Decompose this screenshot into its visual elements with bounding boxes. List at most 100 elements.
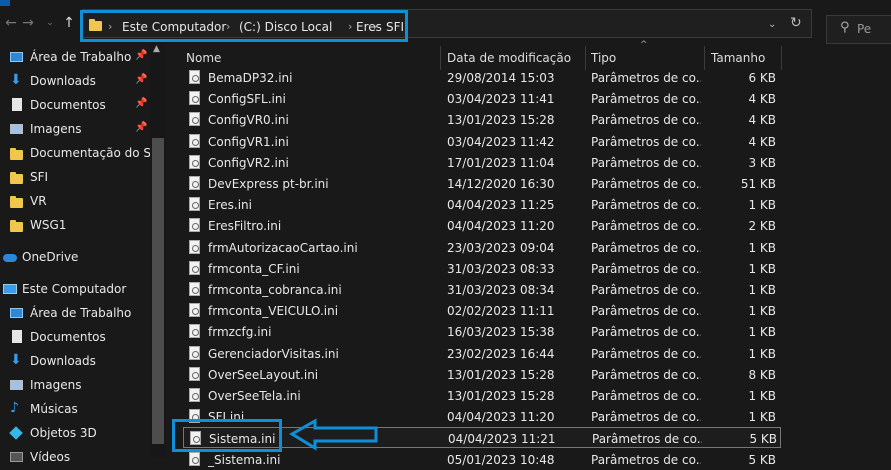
file-type: Parâmetros de co... (591, 177, 701, 191)
table-row[interactable]: ConfigVR0.ini 13/01/2023 15:28 Parâmetros … (183, 109, 781, 130)
file-type: Parâmetros de co... (591, 410, 701, 425)
recent-locations-chevron-icon[interactable]: ⌄ (42, 15, 58, 31)
sidebar-item-documentacao[interactable]: Documentação do Sist (0, 142, 150, 166)
table-row[interactable]: frmconta_cobranca.ini 31/03/2023 08:34 Par… (183, 279, 781, 300)
sidebar-item-downloads-pc[interactable]: ⬇ Downloads (0, 350, 150, 374)
file-date: 17/01/2023 11:04 (447, 155, 555, 170)
sidebar-item-onedrive[interactable]: OneDrive (0, 246, 150, 270)
sidebar-item-este-computador[interactable]: Este Computador (0, 278, 150, 302)
pictures-icon (10, 124, 23, 134)
table-row[interactable]: Eres.ini 04/04/2023 11:25 Parâmetros de co… (183, 194, 781, 215)
table-row[interactable]: EresFiltro.ini 04/04/2023 11:20 Parâmetros… (183, 215, 781, 236)
file-date: 13/01/2023 15:28 (447, 389, 555, 403)
file-type: Parâmetros de co... (591, 113, 701, 128)
file-date: 23/03/2023 09:04 (447, 240, 555, 255)
file-name: ConfigSFL.ini (208, 92, 286, 107)
sidebar-item-vr[interactable]: VR (0, 190, 150, 214)
search-placeholder: Pe (857, 22, 872, 36)
file-name: ConfigVR0.ini (208, 113, 289, 128)
navigation-toolbar: ← → ⌄ ↑ › Este Computador › (C:) Disco L… (0, 6, 891, 44)
file-date: 04/04/2023 11:20 (447, 410, 555, 425)
file-size: 5 KB (749, 432, 777, 447)
file-size: 1 KB (748, 261, 776, 276)
table-row[interactable]: frmconta_CF.ini 31/03/2023 08:33 Parâmetro… (183, 258, 781, 279)
file-type: Parâmetros de co... (591, 452, 701, 467)
address-dropdown-icon[interactable]: ⌄ (768, 19, 776, 30)
file-name: OverSeeTela.ini (208, 389, 301, 403)
table-row[interactable]: GerenciadorVisitas.ini 23/02/2023 16:44 Pa… (183, 343, 781, 364)
back-icon[interactable]: ← (3, 15, 19, 31)
folder-icon (10, 172, 23, 184)
sidebar-item-label: VR (30, 194, 47, 208)
table-row[interactable]: OverSeeTela.ini 13/01/2023 15:28 Parâmetro… (183, 385, 781, 406)
scrollbar-thumb[interactable] (152, 138, 164, 444)
file-type: Parâmetros de co... (591, 155, 701, 170)
file-type: Parâmetros de co... (591, 92, 701, 107)
table-row[interactable]: frmconta_VEICULO.ini 02/02/2023 11:11 Parâ… (183, 300, 781, 321)
table-row[interactable]: frmAutorizacaoCartao.ini 23/03/2023 09:04… (183, 237, 781, 258)
table-row[interactable]: frmzcfg.ini 16/03/2023 15:38 Parâmetros de… (183, 321, 781, 342)
sidebar-item-musicas[interactable]: ♪ Músicas (0, 398, 150, 422)
table-row[interactable]: OverSeeLayout.ini 13/01/2023 15:28 Parâmet… (183, 364, 781, 385)
file-date: 03/04/2023 11:41 (447, 92, 555, 107)
file-name: _Sistema.ini (208, 452, 281, 467)
file-type: Parâmetros de co... (591, 283, 701, 297)
pictures-icon (10, 380, 23, 390)
sidebar-item-imagens[interactable]: Imagens 📌 (0, 118, 150, 142)
sidebar-item-downloads[interactable]: ⬇ Downloads 📌 (0, 70, 150, 94)
sidebar-item-videos[interactable]: Vídeos (0, 446, 150, 470)
ini-file-icon (189, 260, 200, 275)
refresh-icon[interactable]: ↻ (790, 15, 802, 31)
scroll-up-icon[interactable]: ▲ (153, 44, 160, 54)
table-row[interactable]: DevExpress pt-br.ini 14/12/2020 16:30 Parâ… (183, 173, 781, 194)
table-row[interactable]: ConfigVR1.ini 03/04/2023 11:42 Parâmetros … (183, 131, 781, 152)
ini-file-icon (189, 239, 200, 254)
file-type: Parâmetros de co... (591, 134, 701, 149)
sidebar-item-documentos-pc[interactable]: Documentos (0, 326, 150, 350)
file-date: 04/04/2023 11:20 (447, 219, 555, 234)
file-type: Parâmetros de co... (591, 367, 701, 382)
sidebar-item-imagens-pc[interactable]: Imagens (0, 374, 150, 398)
table-row[interactable]: ConfigSFL.ini 03/04/2023 11:41 Parâmetros … (183, 88, 781, 109)
sidebar-item-documentos[interactable]: Documentos 📌 (0, 94, 150, 118)
file-type: Parâmetros de co... (591, 240, 701, 255)
file-name: DevExpress pt-br.ini (208, 177, 329, 191)
table-row[interactable]: ConfigVR2.ini 17/01/2023 11:04 Parâmetros … (183, 152, 781, 173)
desktop-icon (10, 52, 23, 62)
navigation-scrollbar[interactable]: ▲ (150, 42, 166, 457)
videos-icon (10, 452, 23, 462)
search-input[interactable]: ⚲ Pe (826, 15, 891, 44)
file-date: 23/02/2023 16:44 (447, 346, 555, 361)
file-date: 13/01/2023 15:28 (447, 367, 555, 382)
search-icon: ⚲ (840, 20, 850, 35)
sidebar-item-label: Objetos 3D (30, 426, 97, 440)
address-highlight-box (80, 10, 408, 42)
sidebar-item-objetos-3d[interactable]: Objetos 3D (0, 422, 150, 446)
sidebar-item-area-de-trabalho-pc[interactable]: Área de Trabalho (0, 302, 150, 326)
objects-3d-icon (9, 426, 23, 440)
sidebar-item-sfi[interactable]: SFI (0, 166, 150, 190)
sort-up-icon: ^ (640, 40, 648, 50)
file-size: 1 KB (748, 410, 776, 425)
file-name: ConfigVR1.ini (208, 134, 289, 149)
ini-file-icon (189, 197, 200, 212)
ini-file-icon (189, 345, 200, 360)
pin-icon: 📌 (135, 74, 148, 85)
file-date: 05/01/2023 10:48 (447, 452, 555, 467)
sidebar-item-label: Área de Trabalho (30, 50, 132, 64)
sidebar-item-area-de-trabalho[interactable]: Área de Trabalho 📌 (0, 46, 150, 70)
up-folder-icon[interactable]: ↑ (61, 15, 77, 31)
sidebar-item-label: Documentos (30, 330, 106, 344)
file-size: 51 KB (740, 177, 776, 191)
sidebar-item-label: Imagens (30, 122, 82, 136)
sidebar-item-label: Documentação do Sist (30, 146, 150, 160)
file-type: Parâmetros de co... (591, 198, 701, 213)
column-divider[interactable] (781, 46, 782, 70)
forward-icon[interactable]: → (20, 15, 36, 31)
sidebar-item-label: Área de Trabalho (30, 306, 132, 320)
file-size: 8 KB (748, 367, 776, 382)
sidebar-item-wsg1[interactable]: WSG1 (0, 214, 150, 238)
table-row[interactable]: BemaDP32.ini 29/08/2014 15:03 Parâmetros d… (183, 67, 781, 88)
file-name: ConfigVR2.ini (208, 155, 289, 170)
download-icon: ⬇ (10, 72, 22, 88)
